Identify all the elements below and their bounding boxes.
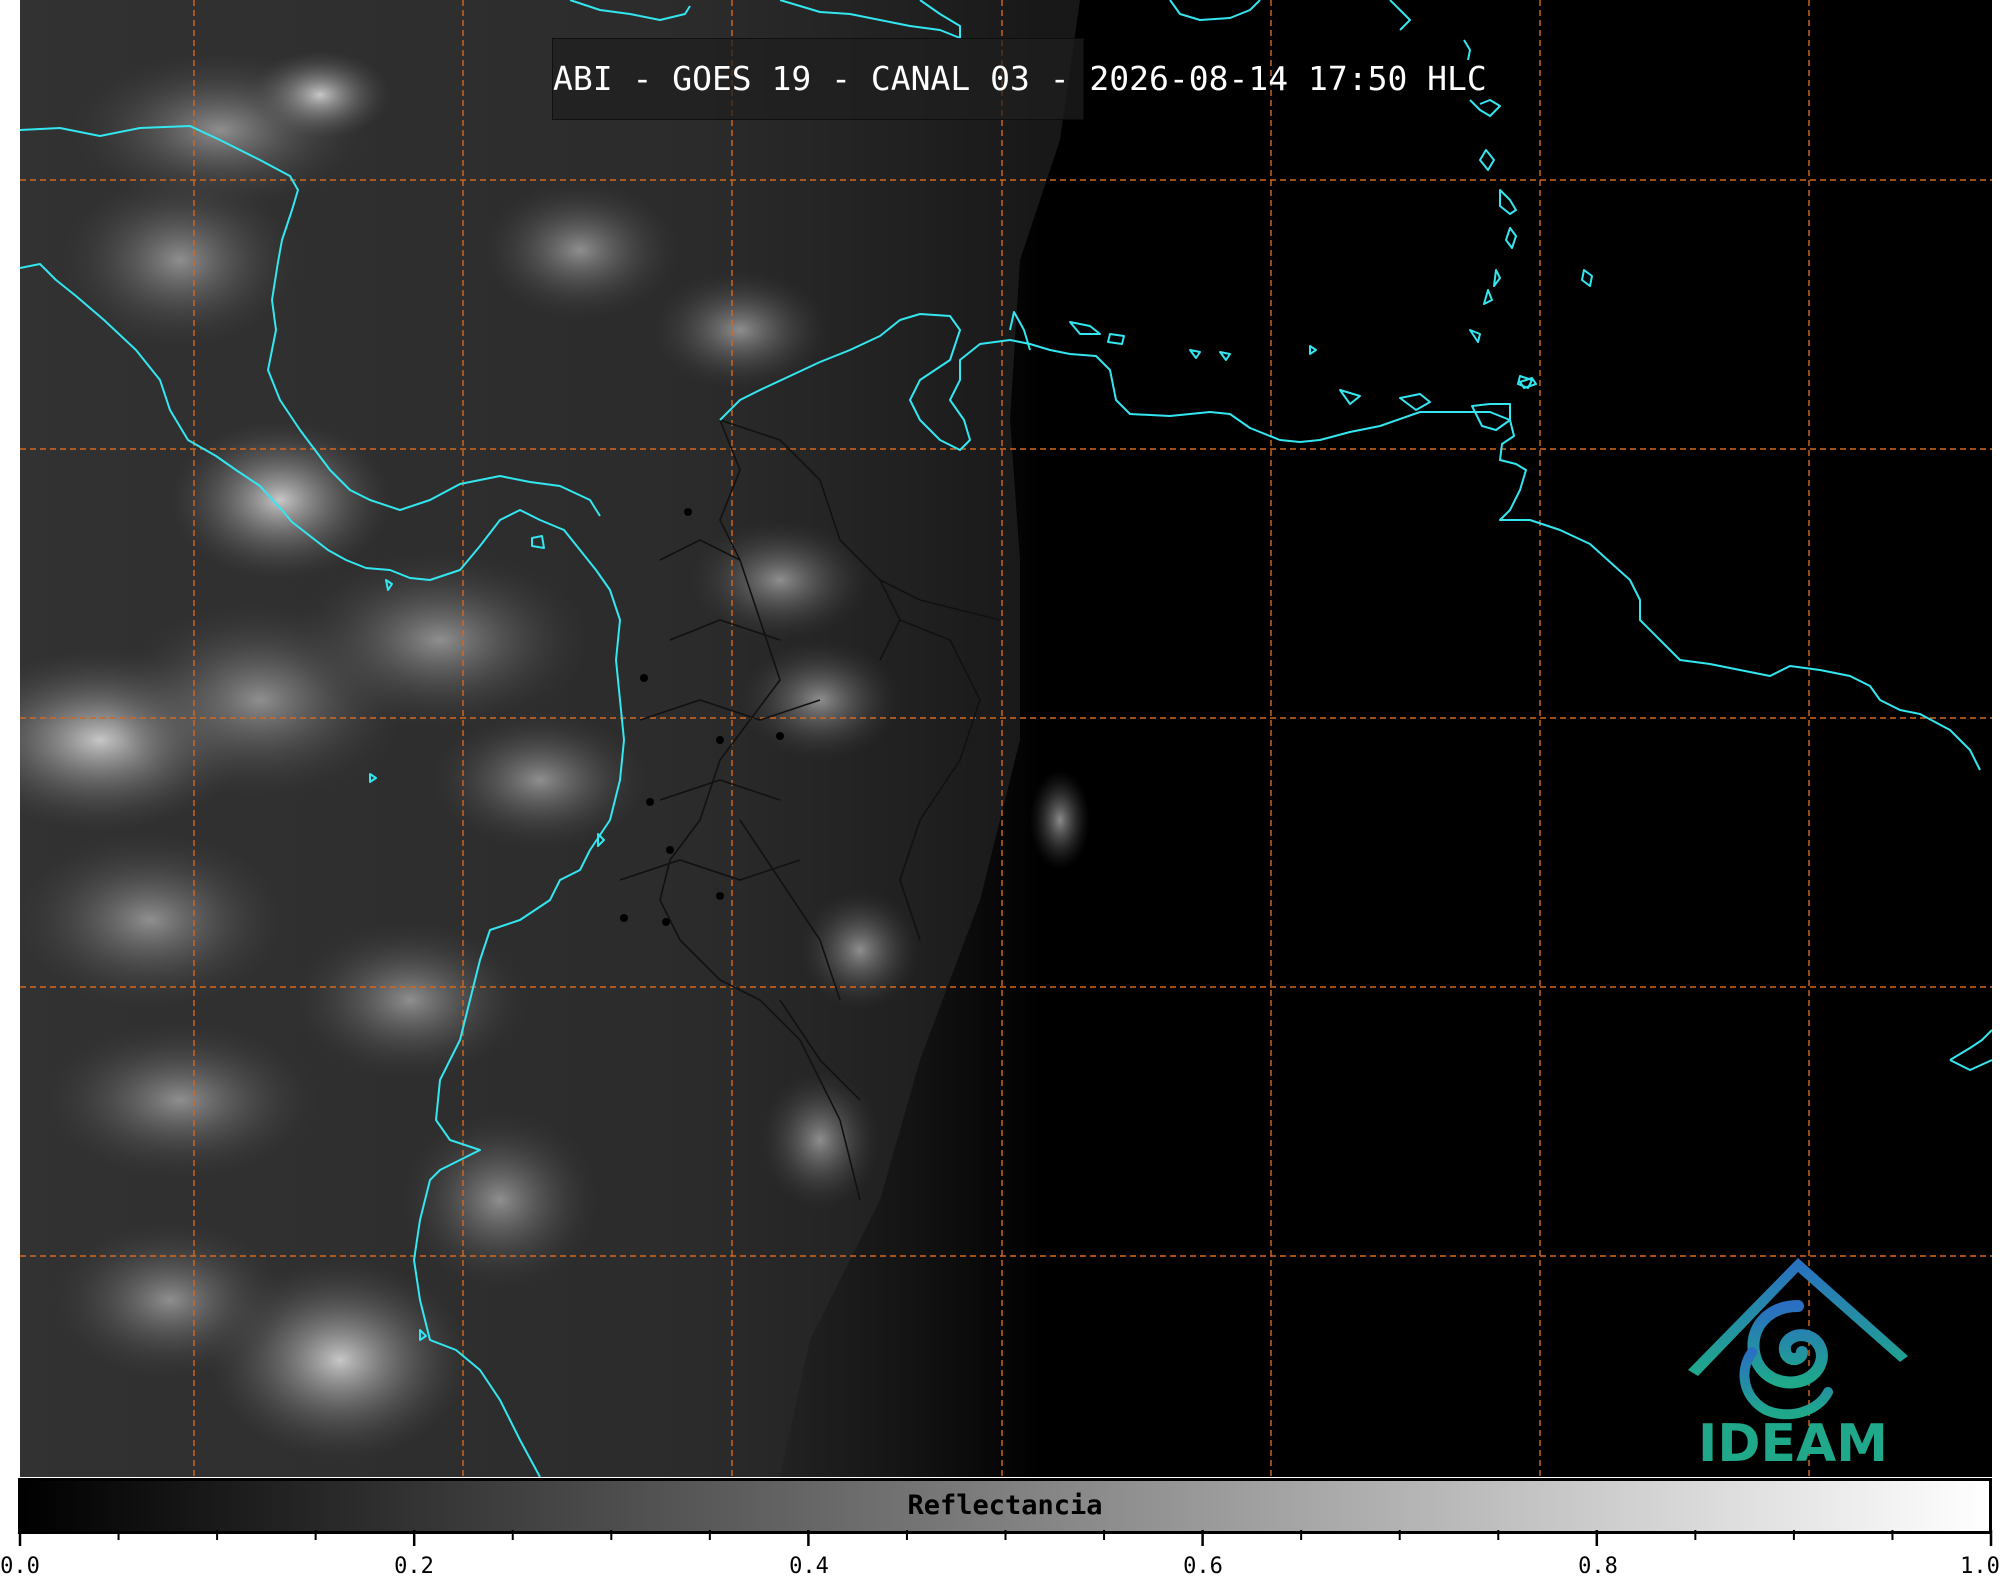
ideam-logo: IDEAM <box>1668 1252 1918 1474</box>
colorbar-label: Reflectancia <box>907 1490 1103 1521</box>
colorbar-tick-label: 0.0 <box>0 1554 40 1579</box>
map-title: ABI - GOES 19 - CANAL 03 - 2026-08-14 17… <box>553 59 1487 98</box>
satellite-image-panel: ABI - GOES 19 - CANAL 03 - 2026-08-14 17… <box>20 0 1992 1477</box>
colorbar-tick-label: 1.0 <box>1960 1554 2000 1579</box>
logo-text: IDEAM <box>1697 1414 1889 1474</box>
colorbar-tick-label: 0.6 <box>1183 1554 1223 1579</box>
title-box: ABI - GOES 19 - CANAL 03 - 2026-08-14 17… <box>552 38 1487 120</box>
colorbar-tick-label: 0.4 <box>789 1554 829 1579</box>
colorbar: Reflectancia <box>18 1478 1992 1534</box>
ideam-logo-icon <box>1688 1258 1908 1420</box>
colorbar-tick-label: 0.2 <box>394 1554 434 1579</box>
colorbar-ticks <box>18 1530 1993 1546</box>
colorbar-tick-label: 0.8 <box>1578 1554 1618 1579</box>
